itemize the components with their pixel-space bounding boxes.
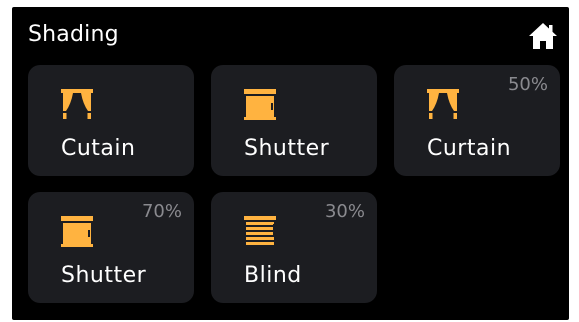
tile-shutter[interactable]: Shutter 70% [28, 192, 194, 303]
tile-label: Shutter [244, 136, 330, 161]
shading-screen: Shading Cutain Shutter Curtain 50% Shutt… [12, 7, 569, 320]
shutter-icon [244, 89, 276, 120]
tile-curtain[interactable]: Curtain 50% [394, 65, 560, 176]
home-icon[interactable] [528, 22, 558, 50]
tile-label: Cutain [61, 136, 136, 161]
curtain-icon [427, 89, 459, 119]
tile-label: Blind [244, 263, 302, 288]
tile-level: 70% [141, 201, 182, 222]
tile-level: 30% [324, 201, 365, 222]
tile-level: 50% [507, 74, 548, 95]
page-title: Shading [28, 22, 119, 47]
tile-shutter[interactable]: Shutter [211, 65, 377, 176]
curtain-icon [61, 89, 93, 119]
tile-label: Shutter [61, 263, 147, 288]
tile-cutain[interactable]: Cutain [28, 65, 194, 176]
tile-label: Curtain [427, 136, 512, 161]
shutter-icon [61, 216, 93, 247]
blind-icon [244, 216, 276, 245]
tile-blind[interactable]: Blind 30% [211, 192, 377, 303]
